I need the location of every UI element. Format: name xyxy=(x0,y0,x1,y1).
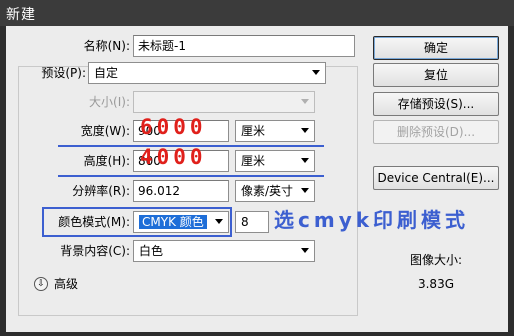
background-select[interactable]: 白色 xyxy=(133,240,315,262)
new-document-dialog: 名称(N): 未标题-1 预设(P): 自定 大小(I): 宽度(W): 900… xyxy=(6,26,508,332)
height-label: 高度(H): xyxy=(83,154,130,168)
window-title: 新建 xyxy=(6,7,36,23)
title-bar: 新建 xyxy=(0,0,514,26)
preset-label: 预设(P): xyxy=(41,66,86,80)
chevron-down-icon xyxy=(312,70,320,75)
reset-button[interactable]: 复位 xyxy=(373,63,499,87)
ok-button[interactable]: 确定 xyxy=(373,36,499,60)
chevron-down-icon xyxy=(301,248,309,253)
height-unit-select[interactable]: 厘米 xyxy=(235,150,315,172)
image-size-value: 3.83G xyxy=(417,277,455,291)
chevron-down-icon xyxy=(301,128,309,133)
height-underline-mark xyxy=(58,175,324,177)
save-preset-button[interactable]: 存储预设(S)... xyxy=(373,92,499,116)
chevron-down-icon xyxy=(301,99,309,104)
device-central-button[interactable]: Device Central(E)... xyxy=(373,166,499,190)
resolution-label: 分辨率(R): xyxy=(72,184,130,198)
delete-preset-button[interactable]: 删除预设(D)... xyxy=(373,120,499,144)
width-unit-select[interactable]: 厘米 xyxy=(235,120,315,142)
advanced-label[interactable]: 高级 xyxy=(54,274,78,294)
name-input[interactable]: 未标题-1 xyxy=(133,35,355,57)
chevron-down-icon xyxy=(301,188,309,193)
background-label: 背景内容(C): xyxy=(60,244,130,258)
resolution-unit-select[interactable]: 像素/英寸 xyxy=(235,180,315,202)
size-label: 大小(I): xyxy=(89,95,130,109)
image-size-label: 图像大小: xyxy=(409,253,463,267)
preset-value: 自定 xyxy=(94,66,119,80)
name-label: 名称(N): xyxy=(83,39,130,53)
height-unit-value: 厘米 xyxy=(241,154,266,168)
color-mode-highlight-box xyxy=(42,207,232,237)
width-label: 宽度(W): xyxy=(80,124,130,138)
bit-depth-value: 8 xyxy=(241,215,249,229)
expand-advanced-icon[interactable]: ⇩ xyxy=(34,277,48,291)
resolution-input[interactable]: 96.012 xyxy=(133,180,229,202)
background-value: 白色 xyxy=(139,244,164,258)
width-handwritten-annotation: 6000 xyxy=(140,115,207,139)
resolution-unit-value: 像素/英寸 xyxy=(241,184,294,198)
height-handwritten-annotation: 4000 xyxy=(140,145,207,169)
chevron-down-icon xyxy=(301,158,309,163)
preset-select[interactable]: 自定 xyxy=(88,62,326,84)
resolution-value: 96.012 xyxy=(138,184,180,198)
color-mode-annotation: 选cmyk印刷模式 xyxy=(274,208,470,232)
bit-depth-select[interactable]: 8 xyxy=(235,211,269,233)
name-value: 未标题-1 xyxy=(138,39,186,53)
size-select[interactable] xyxy=(133,91,315,113)
width-unit-value: 厘米 xyxy=(241,124,266,138)
